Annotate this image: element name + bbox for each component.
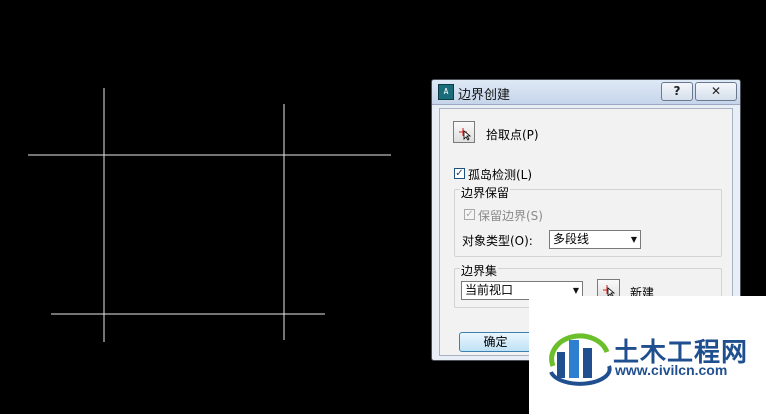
- dialog-title: 边界创建: [458, 88, 511, 103]
- watermark: 土木工程网 www.civilcn.com: [529, 296, 766, 414]
- retain-boundary-checkbox[interactable]: ✓: [464, 209, 475, 220]
- help-button[interactable]: ?: [661, 82, 693, 101]
- object-type-label: 对象类型(O):: [462, 234, 533, 248]
- retain-boundary-label: 保留边界(S): [478, 209, 543, 223]
- dropdown-arrow-icon: ▼: [630, 235, 637, 244]
- object-type-select[interactable]: 多段线 ▼: [549, 230, 641, 249]
- island-detection-checkbox[interactable]: ✓: [454, 168, 465, 179]
- close-button[interactable]: ✕: [695, 82, 737, 101]
- pick-points-button[interactable]: [453, 121, 475, 143]
- island-detection-label[interactable]: 孤岛检测(L): [468, 166, 532, 183]
- watermark-url: www.civilcn.com: [615, 362, 728, 378]
- autocad-app-icon: A: [438, 84, 454, 100]
- pick-cursor-icon: [459, 128, 472, 141]
- boundary-set-title: 边界集: [460, 262, 499, 279]
- pick-points-label: 拾取点(P): [486, 128, 539, 142]
- dialog-titlebar[interactable]: A 边界创建 ? ✕: [432, 80, 740, 105]
- boundary-retention-title: 边界保留: [460, 184, 511, 201]
- object-type-value: 多段线: [553, 232, 590, 246]
- boundary-set-value: 当前视口: [465, 283, 514, 297]
- civilcn-logo-icon: [549, 333, 612, 386]
- ok-button[interactable]: 确定: [459, 332, 532, 352]
